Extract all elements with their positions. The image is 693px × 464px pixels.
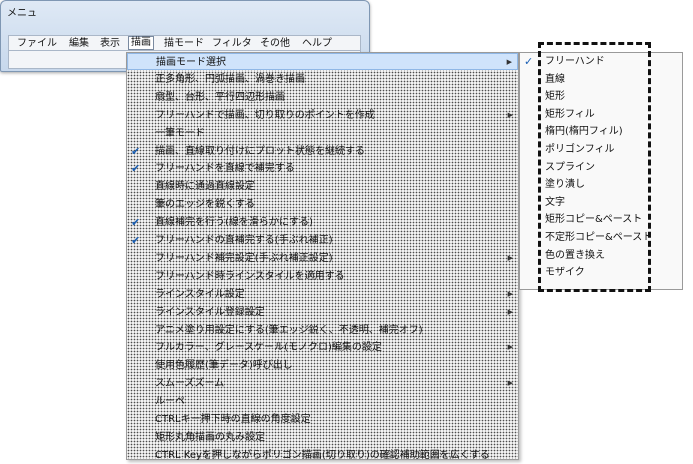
dropdown-item[interactable]: 使用色履歴(筆データ)呼び出し — [127, 357, 518, 374]
submenu-item[interactable]: ポリゴンフィル — [520, 141, 682, 158]
submenu-arrow-icon: ▶ — [507, 253, 513, 262]
submenu-arrow-icon: ▶ — [507, 307, 513, 316]
dropdown-item-label: 描画モード選択 — [156, 57, 226, 68]
dropdown-item-label: ルーペ — [155, 396, 185, 408]
submenu-item[interactable]: 直線 — [520, 71, 682, 88]
submenu-arrow-icon: ▶ — [506, 58, 512, 66]
submenu-item-label: 文字 — [545, 196, 565, 208]
dropdown-item-label: CTRLキー押下時の直線の角度設定 — [155, 414, 311, 425]
dropdown-item-label: ラインスタイル登録設定 — [155, 306, 265, 318]
check-icon: ✓ — [524, 55, 534, 68]
dropdown-item[interactable]: ✔ 直線補完を行う(線を滑らかにする) — [127, 214, 518, 231]
submenu-item[interactable]: 矩形コピー&ペースト — [520, 211, 682, 228]
submenu-item-label: ポリゴンフィル — [545, 144, 615, 155]
submenu-item-label: 楕円(楕円フィル) — [545, 126, 623, 138]
submenu-arrow-icon: ▶ — [507, 343, 513, 352]
menu-filter[interactable]: フィルタ — [210, 37, 254, 50]
check-icon: ✔ — [131, 144, 141, 158]
dropdown-item-label: アニメ塗り用設定にする(筆エッジ鋭く、不透明、補完オフ) — [155, 324, 423, 336]
dropdown-item-label: ラインスタイル設定 — [155, 288, 245, 300]
submenu-arrow-icon: ▶ — [507, 379, 513, 388]
submenu-item-label: 矩形コピー&ペースト — [545, 214, 643, 226]
menu-draw[interactable]: 描画 — [128, 36, 154, 50]
dropdown-item[interactable]: アニメ塗り用設定にする(筆エッジ鋭く、不透明、補完オフ) — [127, 322, 518, 339]
dropdown-item[interactable]: ラインスタイル登録設定 ▶ — [127, 304, 518, 321]
window-title: メニュ — [7, 8, 37, 19]
submenu-item[interactable]: スプライン — [520, 159, 682, 176]
menubar: ファイル 編集 表示 描画 描モード フィルタ その他 ヘルプ — [8, 35, 361, 51]
menu-view[interactable]: 表示 — [98, 37, 122, 50]
dropdown-item[interactable]: フリーハンド時ラインスタイルを適用する — [127, 268, 518, 285]
dropdown-item[interactable]: フリーハンドで描画、切り取りのポイントを作成 ▶ — [127, 107, 518, 124]
submenu-item[interactable]: モザイク — [520, 264, 682, 281]
menu-help[interactable]: ヘルプ — [300, 37, 334, 50]
dropdown-item[interactable]: 筆のエッジを鋭くする — [127, 196, 518, 213]
dropdown-item-label: 使用色履歴(筆データ)呼び出し — [155, 360, 293, 372]
dropdown-item[interactable]: 扇型、台形、平行四辺形描画 — [127, 89, 518, 106]
dropdown-item-label: 正多角形、円弧描画、渦巻き描画 — [155, 73, 305, 85]
menu-file[interactable]: ファイル — [15, 37, 59, 50]
dropdown-item-label: 直線時に通過直線設定 — [155, 181, 255, 193]
dropdown-item[interactable]: ✔ フリーハンドを直線で補完する — [127, 160, 518, 177]
dropdown-item-label: フリーハンドを直線で補完する — [155, 163, 295, 175]
dropdown-item-label: 筆のエッジを鋭くする — [155, 199, 255, 211]
dropdown-item-label: 扇型、台形、平行四辺形描画 — [155, 91, 285, 103]
submenu-item-label: 矩形フィル — [545, 108, 595, 120]
dropdown-item-label: フリーハンド補完設定(手ぶれ補正設定) — [155, 252, 333, 264]
submenu-item-label: スプライン — [545, 161, 595, 173]
dropdown-item[interactable]: スムーズズーム ▶ — [127, 375, 518, 392]
dropdown-item[interactable]: 描画モード選択 ▶ — [127, 53, 518, 70]
submenu-item-label: モザイク — [545, 267, 585, 279]
submenu-item[interactable]: 矩形 — [520, 88, 682, 105]
submenu-item[interactable]: ✓ フリーハンド — [520, 53, 682, 70]
submenu-item-label: 矩形 — [545, 91, 565, 103]
dropdown-item[interactable]: ルーペ — [127, 393, 518, 410]
dropdown-item[interactable]: CTRLキー押下時の直線の角度設定 — [127, 411, 518, 428]
dropdown-item[interactable]: ラインスタイル設定 ▶ — [127, 286, 518, 303]
dropdown-item-label: CTRL Keyを押しながらポリゴン描画(切り取り)の確認補助範囲を広くする — [155, 449, 490, 461]
dropdown-item-label: フルカラー、グレースケール(モノクロ)編集の設定 — [155, 342, 382, 354]
dropdown-item-label: フリーハンド時ラインスタイルを適用する — [155, 270, 345, 282]
submenu-arrow-icon: ▶ — [507, 289, 513, 298]
dropdown-item-label: フリーハンドの直補完する(手ぶれ補正) — [155, 235, 333, 246]
dropdown-item-label: 直線補完を行う(線を滑らかにする) — [155, 217, 313, 229]
dropdown-item[interactable]: 一筆モード — [127, 125, 518, 142]
submenu-item-label: 色の置き換え — [545, 249, 605, 261]
submenu-arrow-icon: ▶ — [507, 110, 513, 119]
submenu-item-label: 直線 — [545, 73, 565, 85]
submenu-item[interactable]: 塗り潰し — [520, 176, 682, 193]
menu-edit[interactable]: 編集 — [67, 37, 91, 50]
dropdown-item[interactable]: フルカラー、グレースケール(モノクロ)編集の設定 ▶ — [127, 339, 518, 356]
dropdown-item[interactable]: CTRL Keyを押しながらポリゴン描画(切り取り)の確認補助範囲を広くする — [127, 447, 518, 464]
dropdown-item[interactable]: 矩形丸角描画の丸み設定 — [127, 429, 518, 446]
submenu-item[interactable]: 矩形フィル — [520, 106, 682, 123]
dropdown-item-label: 矩形丸角描画の丸み設定 — [155, 431, 265, 443]
draw-dropdown-menu: 描画モード選択 ▶ 正多角形、円弧描画、渦巻き描画 扇型、台形、平行四辺形描画 フリーハ… — [126, 52, 519, 461]
check-icon: ✔ — [131, 216, 141, 230]
dropdown-item-label: 一筆モード — [155, 127, 205, 139]
draw-mode-submenu: ✓ フリーハンド 直線矩形矩形フィル楕円(楕円フィル) ポリゴンフィル スプライン塗り潰… — [519, 52, 683, 290]
menu-draw-mode[interactable]: 描モード — [162, 37, 206, 50]
dropdown-item-label: 描画、直線取り付けにプロット状態を継続する — [155, 145, 365, 157]
submenu-item[interactable]: 楕円(楕円フィル) — [520, 123, 682, 140]
dropdown-item[interactable]: 直線時に通過直線設定 — [127, 178, 518, 195]
dropdown-item-label: フリーハンドで描画、切り取りのポイントを作成 — [155, 109, 375, 121]
menu-other[interactable]: その他 — [258, 37, 292, 50]
dropdown-item[interactable]: ✔ フリーハンドの直補完する(手ぶれ補正) — [127, 232, 518, 249]
check-icon: ✔ — [131, 234, 141, 247]
submenu-item[interactable]: 色の置き換え — [520, 247, 682, 264]
submenu-item-label: 塗り潰し — [545, 179, 585, 191]
submenu-item[interactable]: 不定形コピー&ペースト — [520, 229, 682, 246]
check-icon: ✔ — [131, 162, 141, 176]
dropdown-item[interactable]: ✔ 描画、直線取り付けにプロット状態を継続する — [127, 143, 518, 160]
submenu-item[interactable]: 文字 — [520, 194, 682, 211]
submenu-item-label: 不定形コピー&ペースト — [545, 232, 653, 243]
dropdown-item-label: スムーズズーム — [155, 378, 225, 390]
dropdown-item[interactable]: 正多角形、円弧描画、渦巻き描画 — [127, 71, 518, 88]
submenu-item-label: フリーハンド — [545, 56, 605, 67]
dropdown-item[interactable]: フリーハンド補完設定(手ぶれ補正設定) ▶ — [127, 250, 518, 267]
